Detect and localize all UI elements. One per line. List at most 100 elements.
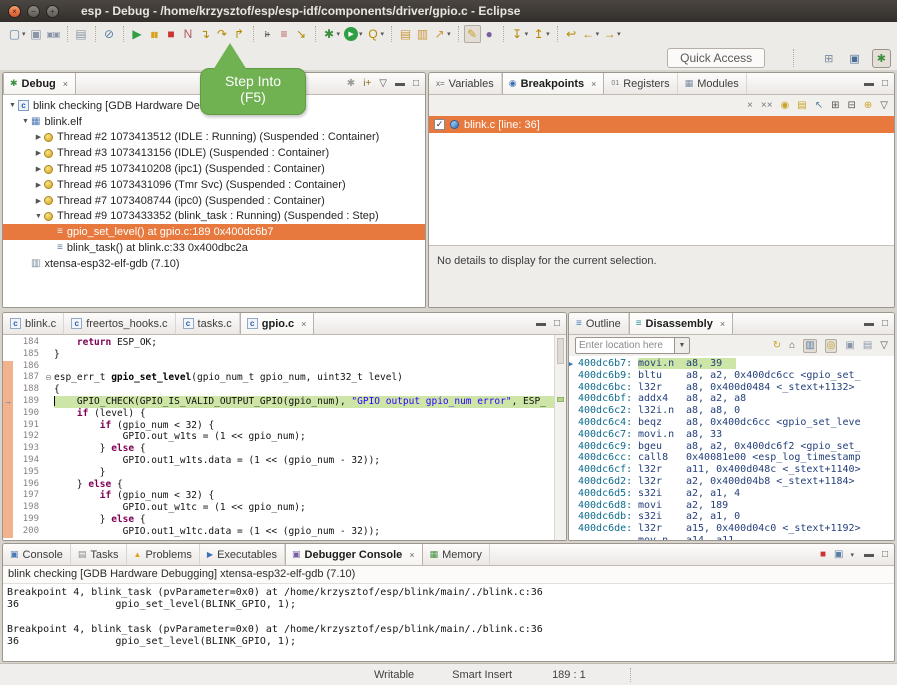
maximize-icon[interactable]: □ — [882, 79, 888, 89]
save-all-icon[interactable]: ▣▣ — [45, 29, 62, 40]
location-input[interactable]: Enter location here — [575, 337, 675, 354]
tab-close-icon[interactable]: × — [63, 79, 68, 89]
disassembly-body[interactable]: ▶400dc6b7:movi.na8, 39400dc6b9:bltua8, a… — [569, 356, 894, 540]
external-tools-icon[interactable]: ↗ — [431, 26, 448, 42]
debug-dropdown-icon[interactable]: ▾ — [337, 30, 341, 38]
terminate-console-icon[interactable]: ■ — [820, 550, 826, 560]
next-annotation-icon[interactable]: ↧ — [509, 26, 526, 42]
code-line[interactable]: 196 } else { — [3, 479, 566, 491]
tab-close-icon[interactable]: × — [301, 319, 306, 329]
code-line[interactable]: 198 GPIO.out_w1tc = (1 << gpio_num); — [3, 502, 566, 514]
tab-registers[interactable]: 01Registers — [604, 73, 677, 94]
code-text[interactable]: } — [54, 467, 566, 479]
refresh-icon[interactable]: ↻ — [773, 341, 781, 351]
code-text[interactable]: if (gpio_num < 32) { — [54, 420, 566, 432]
debug-perspective-icon[interactable]: ✱ — [872, 49, 891, 68]
instruction-stepping-icon[interactable]: i+ — [259, 29, 276, 40]
debug-tree-row[interactable]: ▥xtensa-esp32-elf-gdb (7.10) — [3, 256, 425, 272]
open-perspective-icon[interactable]: ⊞ — [820, 50, 837, 67]
maximize-icon[interactable]: □ — [882, 550, 888, 560]
code-text[interactable]: GPIO.out_w1ts = (1 << gpio_num); — [54, 431, 566, 443]
new-wizard-icon[interactable]: ▢ — [6, 26, 23, 42]
tab-debugger-console[interactable]: ▣Debugger Console× — [285, 544, 423, 565]
code-line[interactable]: 186 — [3, 361, 566, 373]
copy-icon[interactable]: ▣ — [845, 341, 854, 351]
quick-access-input[interactable]: Quick Access — [667, 48, 765, 68]
save-icon[interactable]: ▣ — [28, 26, 45, 42]
previous-annotation-icon[interactable]: ↥ — [530, 26, 547, 42]
maximize-icon[interactable]: □ — [413, 79, 419, 89]
tree-expander-icon[interactable]: ▶ — [33, 181, 44, 189]
drop-to-frame-icon[interactable]: ↘ — [293, 26, 310, 42]
code-text[interactable]: if (level) { — [54, 408, 566, 420]
code-line[interactable]: 191 if (gpio_num < 32) { — [3, 420, 566, 432]
tree-expander-icon[interactable]: ▼ — [20, 118, 31, 125]
disassembly-row[interactable]: mov.na14, a11 — [569, 535, 894, 540]
code-line[interactable]: 194 GPIO.out1_w1ts.data = (1 << (gpio_nu… — [3, 455, 566, 467]
back-icon[interactable]: ← — [580, 26, 597, 42]
editor-body[interactable]: 184 return ESP_OK;185}186187⊖esp_err_t g… — [3, 335, 566, 540]
code-line[interactable]: →189 GPIO_CHECK(GPIO_IS_VALID_OUTPUT_GPI… — [3, 396, 566, 408]
suspend-icon[interactable]: ▮▮ — [146, 29, 163, 40]
mark-occurrences-icon[interactable]: ✎ — [464, 25, 481, 43]
run-icon[interactable]: ▶ — [344, 27, 358, 41]
tab-close-icon[interactable]: × — [409, 550, 414, 560]
tab-gpio-c[interactable]: cgpio.c× — [240, 313, 315, 334]
thread-row[interactable]: ▶Thread #7 1073408744 (ipc0) (Suspended … — [3, 193, 425, 209]
disassembly-row[interactable]: 400dc6d8:movia2, 189 — [569, 500, 894, 512]
tree-expander-icon[interactable]: ▶ — [33, 197, 44, 205]
forward-icon[interactable]: → — [601, 26, 618, 42]
run-dropdown-icon[interactable]: ▾ — [359, 30, 363, 38]
tab-disassembly[interactable]: ≡Disassembly× — [629, 313, 733, 334]
open-type-icon[interactable]: ▤ — [397, 26, 414, 42]
disassembly-row[interactable]: 400dc6b9:bltua8, a2, 0x400dc6cc <gpio_se… — [569, 370, 894, 382]
debug-tree-row[interactable]: ▼▦blink.elf — [3, 114, 425, 130]
debug-icon[interactable]: ✱ — [321, 26, 338, 42]
tab-tasks[interactable]: ▤Tasks — [71, 544, 127, 565]
tab-debug[interactable]: ✱Debug× — [3, 73, 76, 94]
instruction-stepping-mode-icon[interactable]: i+ — [363, 79, 371, 89]
step-over-icon[interactable]: ↷ — [214, 26, 231, 42]
code-text[interactable]: } else { — [54, 514, 566, 526]
remove-selected-breakpoints-icon[interactable]: × — [747, 101, 753, 111]
code-text[interactable]: return ESP_OK; — [54, 337, 566, 349]
tab-outline[interactable]: ≡Outline — [569, 313, 629, 334]
window-close-button[interactable]: × — [8, 5, 21, 18]
code-text[interactable]: GPIO.out1_w1ts.data = (1 << (gpio_num - … — [54, 455, 566, 467]
thread-row[interactable]: ▶Thread #3 1073413156 (IDLE) (Suspended … — [3, 145, 425, 161]
disassembly-row[interactable]: ▶400dc6b7:movi.na8, 39 — [569, 358, 894, 370]
disassembly-row[interactable]: 400dc6bf:addx4a8, a2, a8 — [569, 393, 894, 405]
thread-row[interactable]: ▶Thread #5 1073410208 (ipc1) (Suspended … — [3, 161, 425, 177]
disassembly-row[interactable]: 400dc6d5:s32ia2, a1, 4 — [569, 488, 894, 500]
remove-all-breakpoints-icon[interactable]: ×× — [761, 101, 773, 111]
stack-frame-row[interactable]: ≡gpio_set_level() at gpio.c:189 0x400dc6… — [3, 224, 425, 240]
minimize-icon[interactable]: ▬ — [864, 550, 874, 560]
tree-expander-icon[interactable]: ▶ — [33, 149, 44, 157]
tab-executables[interactable]: ▶Executables — [200, 544, 285, 565]
disassembly-row[interactable]: 400dc6c7:movi.na8, 33 — [569, 429, 894, 441]
code-text[interactable]: esp_err_t gpio_set_level(gpio_num_t gpio… — [54, 372, 566, 384]
profile-icon[interactable]: Q — [365, 26, 382, 42]
tab-problems[interactable]: ▲Problems — [127, 544, 200, 565]
code-line[interactable]: 199 } else { — [3, 514, 566, 526]
tab-console[interactable]: ▣Console — [3, 544, 71, 565]
display-selected-console-icon[interactable]: ▣ — [834, 550, 843, 560]
expand-all-icon[interactable]: ⊞ — [831, 101, 839, 111]
thread-row[interactable]: ▶Thread #2 1073413512 (IDLE : Running) (… — [3, 130, 425, 146]
disassembly-row[interactable]: 400dc6de:l32ra15, 0x400d04c0 <_stext+119… — [569, 523, 894, 535]
breakpoint-checkbox[interactable]: ✓ — [434, 119, 445, 130]
new-wizard-dropdown-icon[interactable]: ▾ — [22, 30, 26, 38]
tab-close-icon[interactable]: × — [591, 79, 596, 89]
code-line[interactable]: 190 if (level) { — [3, 408, 566, 420]
display-selected-console-dropdown-icon[interactable]: ▾ — [850, 551, 854, 559]
location-dropdown-icon[interactable]: ▼ — [675, 337, 690, 354]
maximize-icon[interactable]: □ — [882, 319, 888, 329]
cpp-perspective-icon[interactable]: ▣ — [845, 50, 863, 67]
external-tools-dropdown-icon[interactable]: ▾ — [447, 30, 451, 38]
console-output[interactable]: Breakpoint 4, blink_task (pvParameter=0x… — [3, 584, 894, 661]
minimize-icon[interactable]: ▬ — [536, 319, 546, 329]
code-text[interactable]: GPIO_CHECK(GPIO_IS_VALID_OUTPUT_GPIO(gpi… — [54, 396, 566, 408]
tab-memory[interactable]: ▦Memory — [423, 544, 490, 565]
view-menu-icon[interactable]: ▽ — [880, 341, 888, 351]
code-text[interactable]: } else { — [54, 479, 566, 491]
